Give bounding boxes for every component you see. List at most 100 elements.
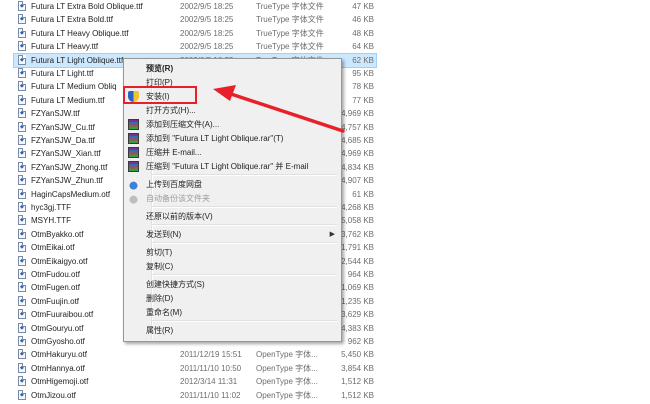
file-name: MSYH.TTF: [31, 216, 71, 226]
menu-item-label: 打开方式(H)...: [146, 106, 196, 115]
menu-item-restore-versions[interactable]: 还原以前的版本(V): [126, 210, 339, 223]
font-file-icon: ◆: [18, 188, 26, 199]
font-file-icon: ◆: [18, 108, 26, 119]
menu-item-cut[interactable]: 剪切(T): [126, 246, 339, 259]
menu-item-compress-email[interactable]: 压缩并 E-mail...: [126, 146, 339, 159]
file-size: 3,629 KB: [341, 310, 374, 320]
file-date: 2002/9/5 18:25: [180, 15, 234, 25]
menu-item-create-shortcut[interactable]: 创建快捷方式(S): [126, 278, 339, 291]
file-date: 2002/9/5 18:25: [180, 2, 234, 11]
menu-item-compress-rar-email[interactable]: 压缩到 "Futura LT Light Oblique.rar" 并 E-ma…: [126, 160, 339, 173]
file-size: 5,450 KB: [341, 350, 374, 360]
file-size: 1,069 KB: [341, 283, 374, 293]
file-size: 4,834 KB: [341, 162, 374, 172]
file-name: FZYanSJW_Xian.ttf: [31, 149, 101, 159]
file-name: OtmFugen.otf: [31, 283, 80, 293]
file-row[interactable]: ◆ Futura LT Extra Bold.ttf 2002/9/5 18:25 T…: [14, 13, 376, 26]
file-date: 2002/9/5 18:25: [180, 28, 234, 38]
menu-item-label: 上传到百度网盘: [146, 180, 202, 189]
menu-item-label: 剪切(T): [146, 248, 173, 257]
file-size: 1,512 KB: [341, 390, 374, 400]
menu-separator: [152, 224, 337, 226]
file-size: 3,762 KB: [341, 229, 374, 239]
font-file-icon: ◆: [18, 215, 26, 226]
font-file-icon: ◆: [18, 336, 26, 346]
baidu-cloud-icon: [128, 193, 139, 204]
file-row[interactable]: ◆ Futura LT Heavy Oblique.ttf 2002/9/5 18:…: [14, 27, 376, 40]
file-name: OtmFuujin.otf: [31, 296, 80, 306]
file-size: 48 KB: [352, 28, 374, 38]
menu-item-add-to-archive[interactable]: 添加到压缩文件(A)...: [126, 118, 339, 131]
menu-separator: [152, 206, 337, 208]
menu-separator: [152, 174, 337, 176]
menu-item-preview[interactable]: 预览(R): [126, 62, 339, 75]
file-row[interactable]: ◆ OtmHakuryu.otf 2011/12/19 15:51 OpenType …: [14, 348, 376, 361]
file-date: 2012/3/14 11:31: [180, 377, 238, 387]
file-type: OpenType 字体...: [256, 390, 318, 400]
menu-item-delete[interactable]: 删除(D): [126, 292, 339, 305]
file-size: 15,058 KB: [336, 216, 374, 226]
file-type: TrueType 字体文件: [256, 42, 324, 52]
font-file-icon: ◆: [18, 349, 26, 360]
install-highlight-box: [123, 86, 197, 104]
menu-item-open-with[interactable]: 打开方式(H)...: [126, 104, 339, 117]
font-file-icon: ◆: [18, 295, 26, 306]
menu-item-add-to-rar[interactable]: 添加到 "Futura LT Light Oblique.rar"(T): [126, 132, 339, 145]
winrar-icon: [128, 133, 139, 144]
file-row[interactable]: ◆ Futura LT Extra Bold Oblique.ttf 2002/9/…: [14, 0, 376, 13]
file-name: OtmJizou.otf: [31, 390, 76, 400]
file-type: OpenType 字体...: [256, 363, 318, 373]
file-row[interactable]: ◆ OtmHannya.otf 2011/11/10 10:50 OpenType 字…: [14, 362, 376, 375]
menu-item-label: 复制(C): [146, 262, 174, 271]
file-size: 4,969 KB: [341, 109, 374, 119]
font-file-icon: ◆: [18, 228, 26, 239]
menu-item-label: 添加到压缩文件(A)...: [146, 120, 220, 129]
file-name: OtmHigemoji.otf: [31, 377, 89, 387]
menu-item-label: 创建快捷方式(S): [146, 280, 205, 289]
file-size: 3,854 KB: [341, 363, 374, 373]
file-name: FZYanSJW.ttf: [31, 109, 80, 119]
menu-separator: [152, 320, 337, 322]
menu-item-rename[interactable]: 重命名(M): [126, 306, 339, 319]
font-file-icon: ◆: [18, 175, 26, 186]
file-name: Futura LT Light.ttf: [31, 69, 94, 78]
file-row[interactable]: ◆ OtmHigemoji.otf 2012/3/14 11:31 OpenType …: [14, 375, 376, 388]
menu-item-label: 还原以前的版本(V): [146, 212, 213, 221]
menu-item-label: 发送到(N): [146, 230, 182, 239]
file-name: OtmGyosho.otf: [31, 337, 85, 346]
file-size: 77 KB: [352, 95, 374, 105]
file-name: OtmEikai.otf: [31, 243, 75, 253]
menu-item-copy[interactable]: 复制(C): [126, 260, 339, 273]
winrar-icon: [128, 161, 139, 172]
file-size: 61 KB: [352, 189, 374, 199]
file-size: 47 KB: [352, 2, 374, 11]
font-file-icon: ◆: [18, 255, 26, 266]
menu-item-send-to[interactable]: 发送到(N) ▶: [126, 228, 339, 241]
file-size: 1,235 KB: [341, 296, 374, 306]
file-size: 2,544 KB: [341, 256, 374, 266]
menu-item-upload-baidu[interactable]: 上传到百度网盘: [126, 178, 339, 191]
file-name: HaginCapsMedium.otf: [31, 189, 111, 199]
font-file-icon: ◆: [18, 68, 26, 78]
font-file-icon: ◆: [18, 282, 26, 293]
file-name: FZYanSJW_Da.ttf: [31, 136, 95, 145]
font-file-icon: ◆: [18, 94, 26, 105]
menu-item-label: 压缩并 E-mail...: [146, 148, 202, 157]
font-file-icon: ◆: [18, 202, 26, 212]
menu-item-label: 自动备份该文件夹: [146, 194, 210, 203]
font-file-icon: ◆: [18, 242, 26, 253]
font-file-icon: ◆: [18, 54, 26, 65]
font-file-icon: ◆: [18, 148, 26, 159]
menu-item-label: 添加到 "Futura LT Light Oblique.rar"(T): [146, 134, 284, 143]
winrar-icon: [128, 119, 139, 130]
file-row[interactable]: ◆ Futura LT Heavy.ttf 2002/9/5 18:25 TrueTy…: [14, 40, 376, 53]
file-size: 1,512 KB: [341, 377, 374, 387]
file-size: 46 KB: [352, 15, 374, 25]
file-row[interactable]: ◆ OtmJizou.otf 2011/11/10 11:02 OpenType 字体…: [14, 389, 376, 402]
menu-item-properties[interactable]: 属性(R): [126, 324, 339, 337]
file-type: TrueType 字体文件: [256, 28, 324, 38]
file-name: FZYanSJW_Cu.ttf: [31, 122, 95, 132]
file-date: 2011/11/10 10:50: [180, 363, 242, 373]
file-size: 62 KB: [352, 55, 374, 65]
font-file-icon: ◆: [18, 41, 26, 52]
